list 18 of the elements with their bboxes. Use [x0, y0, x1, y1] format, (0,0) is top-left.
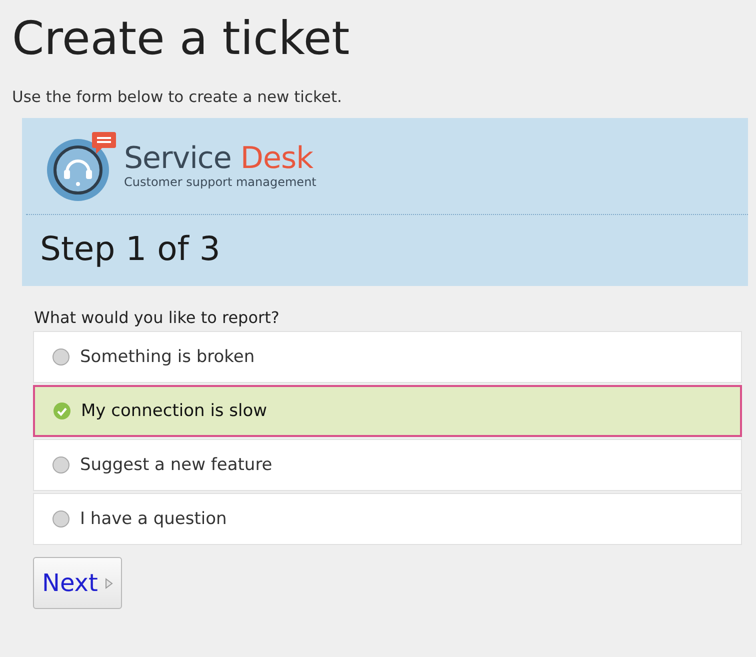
- headset-logo-icon: [44, 130, 118, 202]
- step-heading: Step 1 of 3: [39, 229, 222, 268]
- option-row[interactable]: Suggest a new feature: [33, 439, 742, 491]
- page-title: Create a ticket: [12, 10, 351, 66]
- intro-text: Use the form below to create a new ticket.: [12, 88, 343, 106]
- radio-icon: [52, 510, 70, 528]
- next-button[interactable]: Next: [33, 557, 122, 609]
- logo-accent-word: Desk: [240, 141, 313, 176]
- option-row[interactable]: I have a question: [33, 493, 742, 545]
- radio-icon: [52, 456, 70, 474]
- question-label: What would you like to report?: [34, 308, 280, 327]
- option-row[interactable]: Something is broken: [33, 331, 742, 383]
- arrow-icon: [104, 578, 113, 588]
- logo-tagline: Customer support management: [124, 175, 316, 189]
- logo-word: Service: [124, 141, 232, 176]
- check-radio-icon: [53, 402, 71, 420]
- option-row[interactable]: My connection is slow: [33, 385, 742, 437]
- radio-icon: [52, 348, 70, 366]
